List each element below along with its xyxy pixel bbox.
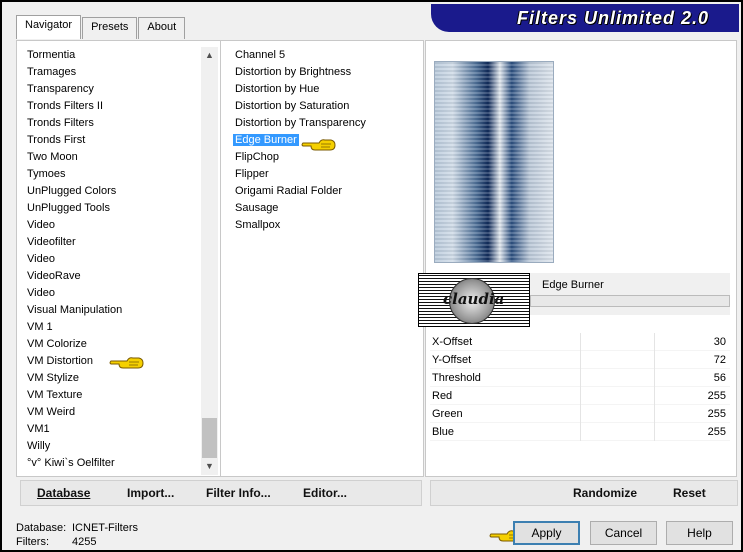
scroll-down-icon[interactable]: ▼ [201, 458, 218, 475]
category-item[interactable]: VM Colorize [27, 336, 122, 353]
category-item[interactable]: Tormentia [27, 47, 122, 64]
category-item[interactable]: VM 1 [27, 319, 122, 336]
category-item[interactable]: Tymoes [27, 166, 122, 183]
category-list-panel: Tormentia Tramages Transparency Tronds F… [16, 40, 221, 477]
param-row[interactable]: X-Offset 30 [430, 333, 730, 351]
param-row[interactable]: Threshold 56 [430, 369, 730, 387]
app-title: Filters Unlimited 2.0 [516, 7, 709, 28]
category-item[interactable]: VM Stylize [27, 370, 122, 387]
database-button[interactable]: Database [37, 486, 90, 500]
category-item[interactable]: Tramages [27, 64, 122, 81]
category-scrollbar[interactable]: ▲ ▼ [201, 47, 218, 475]
category-item[interactable]: VideoRave [27, 268, 122, 285]
category-item-vm-distortion[interactable]: VM Distortion [27, 353, 122, 370]
help-button[interactable]: Help [666, 521, 733, 545]
scroll-up-icon[interactable]: ▲ [201, 47, 218, 64]
tab-about[interactable]: About [138, 17, 186, 39]
filter-item[interactable]: Distortion by Transparency [235, 115, 366, 132]
bottom-toolbar-left: Database Import... Filter Info... Editor… [20, 480, 422, 506]
category-item[interactable]: Tronds Filters [27, 115, 122, 132]
logo-image: claudia [418, 273, 530, 327]
filter-item[interactable]: Distortion by Saturation [235, 98, 366, 115]
category-item[interactable]: UnPlugged Tools [27, 200, 122, 217]
param-row[interactable]: Red 255 [430, 387, 730, 405]
filter-header: claudia Edge Burner [418, 273, 730, 327]
scroll-thumb[interactable] [202, 418, 217, 458]
category-item[interactable]: VM Weird [27, 404, 122, 421]
tab-navigator[interactable]: Navigator [16, 15, 82, 39]
cancel-button[interactable]: Cancel [590, 521, 657, 545]
apply-button[interactable]: Apply [513, 521, 580, 545]
filter-title: Edge Burner [542, 279, 604, 291]
filter-list-panel: Channel 5 Distortion by Brightness Disto… [221, 40, 424, 477]
filters-label: Filters: [16, 536, 49, 548]
category-item[interactable]: Tronds First [27, 132, 122, 149]
category-item[interactable]: VM1 [27, 421, 122, 438]
database-value: ICNET-Filters [72, 522, 138, 534]
filters-count: 4255 [72, 536, 97, 548]
editor-button[interactable]: Editor... [303, 486, 347, 500]
filter-item[interactable]: Flipper [235, 166, 366, 183]
category-item[interactable]: UnPlugged Colors [27, 183, 122, 200]
category-list: Tormentia Tramages Transparency Tronds F… [27, 47, 122, 472]
category-item[interactable]: Willy [27, 438, 122, 455]
filter-item[interactable]: Distortion by Hue [235, 81, 366, 98]
pointing-hand-icon [109, 357, 144, 369]
category-item[interactable]: Video [27, 217, 122, 234]
preview-panel: claudia Edge Burner X-Offset 30 Y-Offset… [418, 40, 737, 477]
filter-item[interactable]: Channel 5 [235, 47, 366, 64]
category-item[interactable]: VM Texture [27, 387, 122, 404]
filter-info-button[interactable]: Filter Info... [206, 486, 271, 500]
param-row[interactable]: Green 255 [430, 405, 730, 423]
category-item[interactable]: Videofilter [27, 234, 122, 251]
category-item[interactable]: Tronds Filters II [27, 98, 122, 115]
filter-item[interactable]: Smallpox [235, 217, 366, 234]
category-item[interactable]: Visual Manipulation [27, 302, 122, 319]
preview-image [434, 61, 554, 263]
database-label: Database: [16, 522, 67, 534]
param-row[interactable]: Y-Offset 72 [430, 351, 730, 369]
category-item[interactable]: Video [27, 285, 122, 302]
category-item[interactable]: Two Moon [27, 149, 122, 166]
pointing-hand-icon [301, 139, 336, 151]
category-item[interactable]: Video [27, 251, 122, 268]
import-button[interactable]: Import... [127, 486, 174, 500]
category-item[interactable]: °v° Kiwi`s Oelfilter [27, 455, 122, 472]
filter-item[interactable]: Sausage [235, 200, 366, 217]
bottom-toolbar-right: Randomize Reset [430, 480, 738, 506]
title-banner: Filters Unlimited 2.0 [431, 4, 739, 32]
randomize-button[interactable]: Randomize [573, 486, 637, 500]
category-item[interactable]: Transparency [27, 81, 122, 98]
filter-item[interactable]: Origami Radial Folder [235, 183, 366, 200]
param-row[interactable]: Blue 255 [430, 423, 730, 441]
status-area: Database: ICNET-Filters Filters: 4255 [16, 521, 138, 549]
filter-title-bar [530, 295, 730, 307]
filters-unlimited-window: Filters Unlimited 2.0 Navigator Presets … [0, 0, 743, 552]
reset-button[interactable]: Reset [673, 486, 706, 500]
logo-text: claudia [443, 290, 505, 308]
tab-bar: Navigator Presets About [16, 15, 186, 39]
parameter-list: X-Offset 30 Y-Offset 72 Threshold 56 Red… [430, 333, 730, 441]
tab-presets[interactable]: Presets [82, 17, 138, 39]
filter-item[interactable]: Distortion by Brightness [235, 64, 366, 81]
